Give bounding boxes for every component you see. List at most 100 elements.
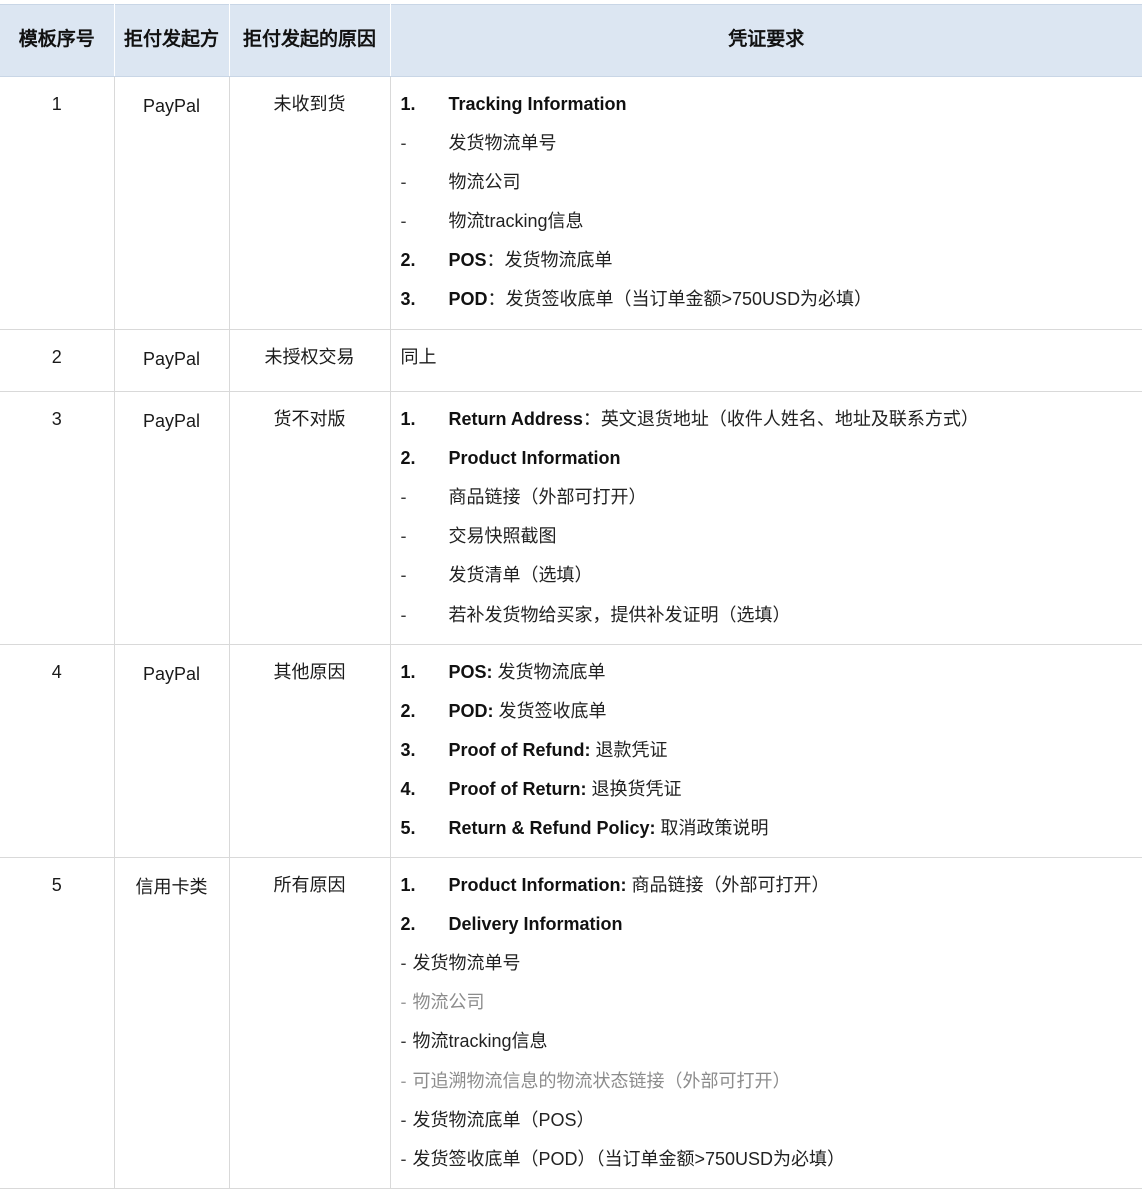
evidence-list-item: - 发货物流单号 <box>401 130 1129 156</box>
list-item-body: 物流公司 <box>449 169 1129 195</box>
list-item-body: 发货物流单号 <box>413 950 1129 976</box>
table-row: 1 PayPal 未收到货 1. Tracking Information - 发货物流单号… <box>0 76 1142 330</box>
column-header-initiator: 拒付发起方 <box>113 4 230 77</box>
list-marker: 2. <box>400 448 416 469</box>
list-item-detail: 取消政策说明 <box>655 818 769 838</box>
list-marker: - <box>400 487 407 508</box>
table-header: 模板序号 拒付发起方 拒付发起的原因 凭证要求 <box>0 4 1142 77</box>
header-row: 模板序号 拒付发起方 拒付发起的原因 凭证要求 <box>0 4 1142 77</box>
evidence-list-item: - 物流公司 <box>401 989 1129 1015</box>
evidence-list-item: - 发货物流单号 <box>401 950 1129 976</box>
list-marker: - <box>400 953 407 974</box>
list-marker: - <box>400 565 407 586</box>
list-item-detail: 发货物流底单 <box>492 661 606 682</box>
list-item-detail: 发货清单（选填） <box>448 565 593 586</box>
evidence-list: 1. POS: 发货物流底单 2. POD: 发货签收底单 3. Proof of Ref… <box>401 659 1129 841</box>
list-item-term: POS: <box>448 661 493 682</box>
evidence-list-item: - 物流tracking信息 <box>401 1028 1129 1054</box>
list-item-body: 物流公司 <box>413 989 1129 1015</box>
list-item-detail: 退款凭证 <box>590 739 668 760</box>
cell-reason: 未收到货 <box>229 76 391 330</box>
list-item-detail: 物流tracking信息 <box>412 1031 548 1052</box>
evidence-list-item: - 若补发货物给买家，提供补发证明（选填） <box>401 602 1129 628</box>
list-marker: 5. <box>400 818 416 838</box>
list-item-body: 物流tracking信息 <box>413 1028 1129 1054</box>
evidence-list-item: 2. POS：发货物流底单 <box>401 247 1129 273</box>
cell-template-no: 5 <box>0 857 115 1189</box>
cell-evidence-requirements: 1. POS: 发货物流底单 2. POD: 发货签收底单 3. Proof of Ref… <box>390 644 1142 859</box>
evidence-list-item: - 商品链接（外部可打开） <box>401 484 1129 510</box>
list-item-detail: ：发货签收底单（当订单金额>750USD为必填） <box>487 289 873 310</box>
list-item-detail: 退换货凭证 <box>586 778 682 799</box>
list-item-body: Product Information: 商品链接（外部可打开） <box>449 872 1129 898</box>
list-item-detail: 发货签收底单（POD）（当订单金额>750USD为必填） <box>412 1148 846 1169</box>
cell-template-no: 1 <box>0 76 115 330</box>
list-item-detail: 商品链接（外部可打开） <box>626 875 830 896</box>
list-item-detail: 商品链接（外部可打开） <box>448 487 647 508</box>
list-item-term: Product Information: <box>448 875 627 896</box>
list-item-body: 发货签收底单（POD）（当订单金额>750USD为必填） <box>413 1146 1129 1172</box>
list-marker: - <box>400 526 407 547</box>
evidence-list-item: - 物流公司 <box>401 169 1129 195</box>
list-marker: 2. <box>400 700 416 721</box>
list-item-detail: 发货签收底单 <box>493 700 607 721</box>
cell-reason: 所有原因 <box>229 857 391 1189</box>
evidence-list-item: - 发货物流底单（POS） <box>401 1107 1129 1133</box>
list-marker: - <box>400 992 407 1013</box>
cell-evidence-requirements: 1. Return Address：英文退货地址（收件人姓名、地址及联系方式） 2.… <box>390 391 1142 645</box>
list-item-detail: ：英文退货地址（收件人姓名、地址及联系方式） <box>582 409 979 430</box>
list-marker: 1. <box>400 875 416 896</box>
list-item-body: POS: 发货物流底单 <box>449 659 1129 685</box>
list-item-body: 可追溯物流信息的物流状态链接（外部可打开） <box>413 1068 1129 1094</box>
list-marker: - <box>400 1031 407 1052</box>
list-item-body: Proof of Return: 退换货凭证 <box>449 776 1129 802</box>
cell-initiator: PayPal <box>114 76 230 330</box>
column-header-template-no: 模板序号 <box>0 4 115 77</box>
list-item-term: Proof of Return: <box>448 778 587 799</box>
cell-evidence-requirements: 1. Tracking Information - 发货物流单号 - 物流公司 - 物流tra… <box>390 76 1142 330</box>
evidence-list-item: 1. Product Information: 商品链接（外部可打开） <box>401 872 1129 898</box>
list-marker: - <box>400 133 407 154</box>
list-item-detail: ：发货物流底单 <box>486 250 613 271</box>
list-item-body: 物流tracking信息 <box>449 208 1129 234</box>
list-item-body: Tracking Information <box>449 91 1129 117</box>
list-item-detail: 交易快照截图 <box>448 526 557 547</box>
list-marker: 3. <box>400 289 416 310</box>
list-item-term: POS <box>448 250 487 271</box>
cell-template-no: 4 <box>0 644 115 859</box>
table-row: 3 PayPal 货不对版 1. Return Address：英文退货地址（收件人姓名… <box>0 391 1142 645</box>
list-marker: - <box>400 604 407 625</box>
evidence-list-item: 2. Delivery Information <box>401 911 1129 937</box>
evidence-list-item: - 发货签收底单（POD）（当订单金额>750USD为必填） <box>401 1146 1129 1172</box>
cell-evidence-requirements: 同上 <box>390 329 1142 393</box>
cell-reason: 未授权交易 <box>229 329 391 393</box>
list-item-body: 若补发货物给买家，提供补发证明（选填） <box>449 602 1129 628</box>
list-item-body: POD: 发货签收底单 <box>449 698 1129 724</box>
list-item-detail: 发货物流底单（POS） <box>412 1109 595 1130</box>
list-item-term: Return & Refund Policy: <box>448 818 656 838</box>
list-marker: 1. <box>400 661 416 682</box>
list-item-term: POD: <box>448 700 494 721</box>
evidence-list-item: 1. Return Address：英文退货地址（收件人姓名、地址及联系方式） <box>401 406 1129 432</box>
list-item-term: Tracking Information <box>448 94 627 114</box>
evidence-list-item: - 物流tracking信息 <box>401 208 1129 234</box>
cell-template-no: 3 <box>0 391 115 645</box>
list-item-body: Return & Refund Policy: 取消政策说明 <box>449 815 1129 841</box>
list-item-term: Return Address <box>448 409 583 430</box>
list-item-term: Product Information <box>448 448 621 469</box>
cell-evidence-requirements: 1. Product Information: 商品链接（外部可打开） 2. Deli… <box>390 857 1142 1189</box>
cell-initiator: PayPal <box>114 329 230 393</box>
evidence-list-item: - 交易快照截图 <box>401 523 1129 549</box>
list-marker: 1. <box>400 94 416 114</box>
column-header-reason: 拒付发起的原因 <box>228 4 391 77</box>
table-body: 1 PayPal 未收到货 1. Tracking Information - 发货物流单号… <box>0 76 1142 1189</box>
list-item-detail: 发货物流单号 <box>448 133 557 154</box>
list-marker: - <box>400 1148 407 1169</box>
list-marker: - <box>400 1109 407 1130</box>
cell-initiator: 信用卡类 <box>114 857 230 1189</box>
list-item-body: 商品链接（外部可打开） <box>449 484 1129 510</box>
evidence-list-item: 4. Proof of Return: 退换货凭证 <box>401 776 1129 802</box>
table-row: 4 PayPal 其他原因 1. POS: 发货物流底单 2. POD: 发货签收底单 3. P… <box>0 644 1142 859</box>
cell-initiator: PayPal <box>114 391 230 645</box>
list-marker: 4. <box>400 778 416 799</box>
